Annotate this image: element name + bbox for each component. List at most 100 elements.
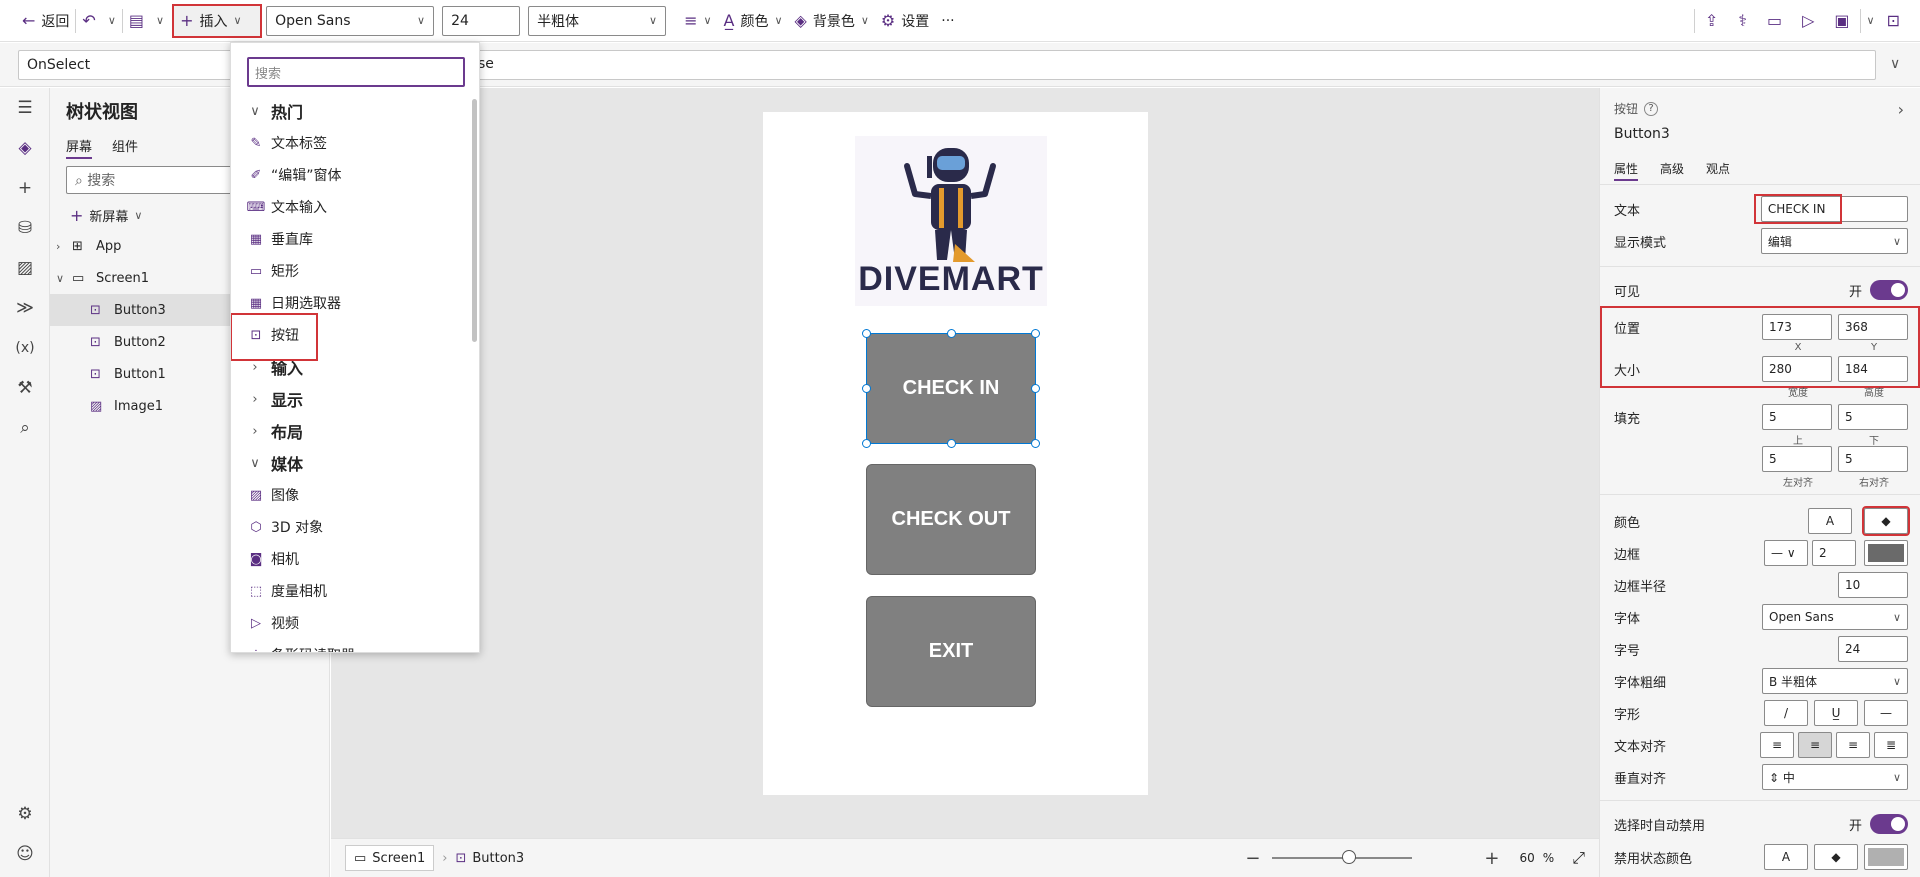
italic-button[interactable]: / [1764,700,1808,726]
menu-item[interactable]: ▭ 矩形 [231,255,469,287]
y-input[interactable]: 368 [1838,314,1908,340]
media-icon[interactable]: ▨ [0,248,50,288]
power-automate-icon[interactable]: ≫ [0,288,50,328]
border-width-input[interactable]: 2 [1812,540,1856,566]
more-button[interactable]: ··· [935,6,960,36]
settings-gear-icon[interactable]: ⚙ [0,794,50,834]
tab-ideas[interactable]: 观点 [1706,160,1730,177]
align-center-button[interactable]: ≡ [1798,732,1832,758]
zoom-slider-thumb[interactable] [1342,850,1357,864]
insert-plus-icon[interactable]: + [0,168,50,208]
menu-item[interactable]: ▷ 视频 [231,607,469,639]
display-mode-select[interactable]: 编辑 ∨ [1760,228,1908,254]
insert-button[interactable]: + 插入 ∨ [172,3,263,38]
publish-button[interactable]: ⊡ [1881,6,1906,36]
tab-components[interactable]: 组件 [112,136,138,155]
zoom-out-icon[interactable]: − [1245,848,1260,869]
menu-item[interactable]: ⬚ 度量相机 [231,575,469,607]
font-size-input[interactable]: 24 [442,5,521,36]
vertical-align-select[interactable]: ⇕ 中 ∨ [1762,764,1908,790]
paste-dropdown[interactable]: ∨ [150,6,170,36]
align-left-button[interactable]: ≡ [1760,732,1794,758]
virtual-agent-icon[interactable]: ☺ [0,834,50,874]
variables-icon[interactable]: (x) [0,328,50,368]
width-input[interactable]: 280 [1762,356,1832,382]
menu-category[interactable]: › 布局 [231,415,469,447]
x-input[interactable]: 173 [1762,314,1832,340]
hamburger-icon[interactable]: ☰ [0,88,50,128]
check-out-button[interactable]: CHECK OUT [866,464,1036,575]
border-color-button[interactable] [1864,540,1908,566]
breadcrumb-screen[interactable]: ▭ Screen1 [345,845,435,871]
logo-image[interactable]: DIVEMART [855,136,1047,306]
menu-item[interactable]: ✐ “编辑”窗体 [231,159,469,191]
check-in-button[interactable]: CHECK IN [866,333,1036,444]
menu-scrollbar[interactable] [472,99,477,342]
background-button[interactable]: ◈ 背景色 ∨ [789,6,875,36]
resize-handle-tr[interactable] [1031,329,1040,338]
tab-screens[interactable]: 屏幕 [66,136,93,159]
auto-disable-toggle[interactable] [1870,814,1908,834]
back-button[interactable]: ← 返回 [16,6,75,36]
menu-item[interactable]: ⬡ 3D 对象 [231,511,469,543]
app-checker-button[interactable]: ⚕ [1732,6,1753,36]
padding-left-input[interactable]: 5 [1762,446,1832,472]
menu-item[interactable]: ▨ 图像 [231,479,469,511]
undo-dropdown[interactable]: ∨ [102,6,122,36]
save-dropdown[interactable]: ∨ [1861,6,1881,36]
fit-to-window-icon[interactable]: ⤢ [1572,848,1585,868]
menu-category[interactable]: ∨ 媒体 [231,447,469,479]
resize-handle-t[interactable] [947,329,956,338]
font-size-input[interactable]: 24 [1838,636,1908,662]
radius-input[interactable]: 10 [1838,572,1908,598]
undo-button[interactable]: ↶ [76,6,101,36]
font-weight-select[interactable]: B 半粗体 ∨ [1762,668,1908,694]
comments-button[interactable]: ▭ [1761,6,1788,36]
resize-handle-br[interactable] [1031,439,1040,448]
exit-button[interactable]: EXIT [866,596,1036,707]
align-button[interactable]: ≡ ∨ [678,6,717,36]
align-justify-button[interactable]: ≣ [1874,732,1908,758]
align-right-button[interactable]: ≡ [1836,732,1870,758]
resize-handle-tl[interactable] [862,329,871,338]
data-icon[interactable]: ⛁ [0,208,50,248]
settings-button[interactable]: ⚙ 设置 [875,6,935,36]
collapse-panel-icon[interactable]: › [1898,100,1904,119]
font-weight-select[interactable]: 半粗体 ∨ [528,5,667,36]
font-family-select[interactable]: Open Sans ∨ [266,5,435,36]
menu-item[interactable]: ⌨ 文本输入 [231,191,469,223]
text-color-button[interactable]: A [1808,508,1852,534]
tab-properties[interactable]: 属性 [1614,160,1639,181]
tab-advanced[interactable]: 高级 [1660,160,1684,177]
menu-category[interactable]: › 显示 [231,383,469,415]
preview-button[interactable]: ▷ [1796,6,1820,36]
menu-item[interactable]: ⦙条形码读取器 [231,639,469,653]
padding-right-input[interactable]: 5 [1838,446,1908,472]
font-select[interactable]: Open Sans ∨ [1762,604,1908,630]
zoom-slider[interactable] [1272,850,1413,864]
expand-formula-icon[interactable]: ∨ [1890,56,1900,72]
menu-item[interactable]: ▦ 垂直库 [231,223,469,255]
resize-handle-b[interactable] [947,439,956,448]
padding-top-input[interactable]: 5 [1762,404,1832,430]
resize-handle-r[interactable] [1031,384,1040,393]
breadcrumb-control[interactable]: ⊡ Button3 [455,851,524,866]
search-icon[interactable]: ⌕ [0,408,50,448]
zoom-in-icon[interactable]: + [1484,848,1499,869]
tree-view-icon[interactable]: ◈ [0,128,50,168]
help-icon[interactable]: ? [1644,101,1659,116]
border-style-select[interactable]: — ∨ [1764,540,1808,566]
share-button[interactable]: ⇪ [1699,6,1724,36]
resize-handle-l[interactable] [862,384,871,393]
menu-item[interactable]: ✎ 文本标签 [231,127,469,159]
insert-search-input[interactable]: 搜索 [247,57,465,87]
new-screen-button[interactable]: + 新屏幕 ∨ [70,206,142,225]
height-input[interactable]: 184 [1838,356,1908,382]
visible-toggle[interactable] [1870,280,1908,300]
disabled-text-color-button[interactable]: A [1764,844,1808,870]
tools-icon[interactable]: ⚒ [0,368,50,408]
disabled-border-color-button[interactable] [1864,844,1908,870]
menu-item[interactable]: ◙ 相机 [231,543,469,575]
strikethrough-button[interactable]: — [1864,700,1908,726]
disabled-fill-color-button[interactable]: ◆ [1814,844,1858,870]
